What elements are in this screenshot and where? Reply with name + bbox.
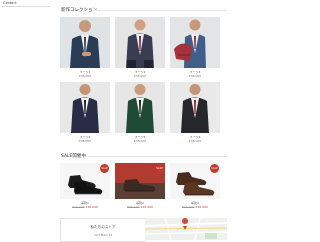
sale-product-price: ¥15,000 ¥10,000 <box>170 205 220 209</box>
store-map[interactable] <box>145 218 227 240</box>
product-image[interactable] <box>170 17 220 68</box>
product-image[interactable] <box>115 82 165 133</box>
new-price: ¥10,000 <box>195 205 208 209</box>
sale-product-image[interactable]: SALE <box>60 163 110 199</box>
product-card[interactable]: スーツ2 ¥38,000 <box>115 17 165 78</box>
new-price: ¥10,000 <box>85 205 98 209</box>
product-image[interactable] <box>60 17 110 68</box>
store-address: 123 Main St <box>94 233 112 237</box>
product-card[interactable]: スーツ3 ¥38,000 <box>170 17 220 78</box>
store-title: 私たちのストア <box>90 225 116 229</box>
product-price: ¥38,000 <box>78 74 92 78</box>
product-card[interactable]: スーツ6 ¥38,000 <box>170 82 220 143</box>
sale-product-price: ¥15,000 ¥10,000 <box>60 205 110 209</box>
sale-product-card[interactable]: SALE 革靴3 ¥15,000 ¥10,000 <box>170 163 220 209</box>
product-image[interactable] <box>170 82 220 133</box>
product-card[interactable]: スーツ4 ¥38,000 <box>60 82 110 143</box>
product-price: ¥38,000 <box>188 139 202 143</box>
product-image[interactable] <box>115 17 165 68</box>
sale-badge: SALE <box>210 164 219 173</box>
sidebar: Contact <box>0 0 52 240</box>
old-price: ¥15,000 <box>127 205 140 209</box>
old-price: ¥15,000 <box>182 205 195 209</box>
sale-rule <box>84 156 227 157</box>
sale-product-image[interactable]: SALE <box>170 163 220 199</box>
new-collection-rule <box>92 10 227 11</box>
sale-product-card[interactable]: SALE 革靴1 ¥15,000 ¥10,000 <box>60 163 110 209</box>
product-price: ¥38,000 <box>78 139 92 143</box>
old-price: ¥15,000 <box>72 205 85 209</box>
product-price: ¥38,000 <box>188 74 202 78</box>
sidebar-divider <box>2 6 50 7</box>
sidebar-contact-link[interactable]: Contact <box>3 1 17 5</box>
sale-product-image[interactable]: SALE <box>115 163 165 199</box>
new-price: ¥10,000 <box>140 205 153 209</box>
product-price: ¥38,000 <box>133 74 147 78</box>
product-price: ¥38,000 <box>133 139 147 143</box>
sale-product-price: ¥15,000 ¥10,000 <box>115 205 165 209</box>
page: Contact 新作コレクション スーツ1 ¥38,000 スーツ2 ¥38,0… <box>0 0 240 242</box>
product-image[interactable] <box>60 82 110 133</box>
sale-badge: SALE <box>100 164 109 173</box>
product-card[interactable]: スーツ5 ¥38,000 <box>115 82 165 143</box>
store-info: 私たちのストア 123 Main St <box>60 218 146 242</box>
sale-title: SALE開催中 <box>61 154 86 159</box>
product-card[interactable]: スーツ1 ¥38,000 <box>60 17 110 78</box>
sale-product-card[interactable]: SALE 革靴2 ¥15,000 ¥10,000 <box>115 163 165 209</box>
sale-badge: SALE <box>155 164 164 173</box>
